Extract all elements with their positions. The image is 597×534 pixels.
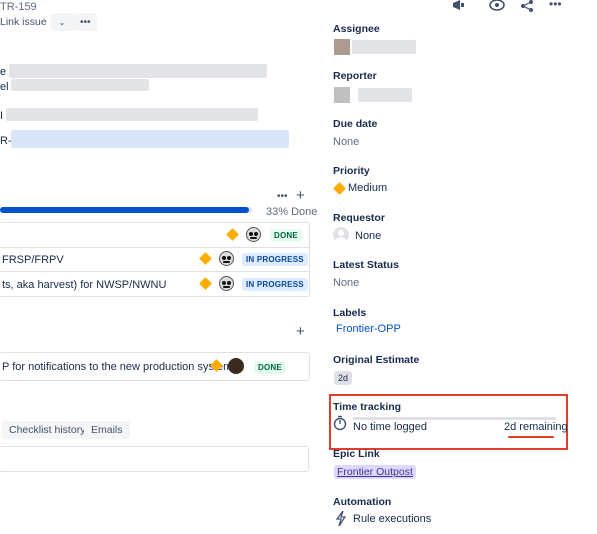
due-date-label: Due date — [333, 118, 378, 130]
redacted-name[interactable] — [358, 88, 412, 102]
issue-key[interactable]: TR-159 — [0, 1, 37, 13]
priority-medium-icon — [199, 252, 212, 265]
tab-emails[interactable]: Emails — [84, 421, 130, 439]
latest-status-value[interactable]: None — [333, 277, 359, 289]
table-row[interactable]: FRSP/FRPV IN PROGRESS — [0, 247, 310, 272]
add-linked-issue-button[interactable]: + — [296, 323, 305, 340]
priority-value[interactable]: Medium — [348, 182, 387, 194]
epic-link-tag[interactable]: Frontier Outpost — [334, 465, 416, 479]
tab-checklist-history[interactable]: Checklist history — [2, 421, 93, 439]
table-row[interactable]: ts, aka harvest) for NWSP/NWNU IN PROGRE… — [0, 272, 310, 297]
progress-bar-fill — [0, 207, 250, 213]
time-logged-value[interactable]: No time logged — [353, 421, 427, 433]
issue-summary[interactable]: FRSP/FRPV — [2, 254, 64, 266]
link-issue-label: Link issue — [0, 16, 47, 28]
priority-medium-icon — [333, 182, 346, 195]
add-child-issue-button[interactable]: + — [296, 187, 305, 204]
table-row[interactable]: P for notifications to the new productio… — [0, 352, 310, 381]
more-icon[interactable]: ••• — [549, 0, 562, 11]
requestor-value[interactable]: None — [355, 230, 381, 242]
more-icon[interactable]: ••• — [277, 191, 288, 202]
avatar — [219, 251, 234, 266]
megaphone-icon[interactable] — [451, 0, 467, 12]
time-remaining-value[interactable]: 2d remaining — [504, 421, 568, 433]
estimate-badge[interactable]: 2d — [334, 371, 353, 385]
labels-label: Labels — [333, 307, 367, 319]
redacted-text — [6, 108, 258, 121]
issue-summary[interactable]: P for notifications to the new productio… — [2, 361, 232, 373]
avatar — [228, 358, 244, 374]
status-badge[interactable]: DONE — [254, 361, 286, 374]
due-date-value[interactable]: None — [333, 136, 359, 148]
progress-label: 33% Done — [266, 206, 318, 218]
redacted-text — [9, 64, 267, 78]
assignee-label: Assignee — [333, 23, 380, 35]
lightning-icon — [336, 511, 346, 526]
chevron-down-icon: ⌄ — [58, 18, 66, 27]
user-icon — [333, 227, 349, 243]
table-row[interactable]: DONE — [0, 222, 310, 248]
priority-medium-icon — [226, 228, 239, 241]
progress-bar-track — [0, 207, 252, 213]
redacted-text — [11, 79, 149, 91]
eye-icon[interactable] — [489, 0, 505, 12]
more-actions-button[interactable]: ••• — [73, 13, 97, 31]
comment-input[interactable] — [0, 446, 309, 472]
redacted-link[interactable] — [11, 130, 289, 148]
description-fragment: R- — [0, 135, 12, 147]
redacted-name[interactable] — [352, 40, 416, 54]
description-fragment: el — [0, 81, 9, 93]
label-tag[interactable]: Frontier-OPP — [336, 323, 401, 335]
link-issue-button[interactable]: Link issue — [0, 13, 54, 31]
latest-status-label: Latest Status — [333, 259, 399, 271]
avatar[interactable] — [334, 87, 350, 103]
requestor-label: Requestor — [333, 212, 385, 224]
original-estimate-label: Original Estimate — [333, 354, 420, 366]
share-icon[interactable] — [520, 0, 534, 12]
reporter-label: Reporter — [333, 70, 377, 82]
more-icon: ••• — [80, 17, 91, 28]
stopwatch-icon — [333, 415, 347, 431]
epic-link-label: Epic Link — [333, 448, 380, 460]
status-badge[interactable]: IN PROGRESS — [242, 253, 308, 266]
issue-summary[interactable]: ts, aka harvest) for NWSP/NWNU — [2, 279, 166, 291]
status-badge[interactable]: DONE — [270, 229, 302, 242]
automation-label: Automation — [333, 496, 392, 508]
avatar — [246, 227, 261, 242]
avatar[interactable] — [334, 39, 350, 55]
link-issue-dropdown-button[interactable]: ⌄ — [51, 13, 73, 31]
avatar — [219, 276, 234, 291]
status-badge[interactable]: IN PROGRESS — [242, 278, 308, 291]
priority-label: Priority — [333, 165, 370, 177]
remaining-underline — [508, 436, 554, 438]
time-tracking-bar — [353, 417, 556, 420]
priority-medium-icon — [199, 277, 212, 290]
description-fragment: e — [0, 66, 7, 78]
rule-executions-link[interactable]: Rule executions — [353, 513, 431, 525]
description-fragment: I — [0, 110, 4, 122]
time-tracking-label: Time tracking — [333, 401, 402, 413]
